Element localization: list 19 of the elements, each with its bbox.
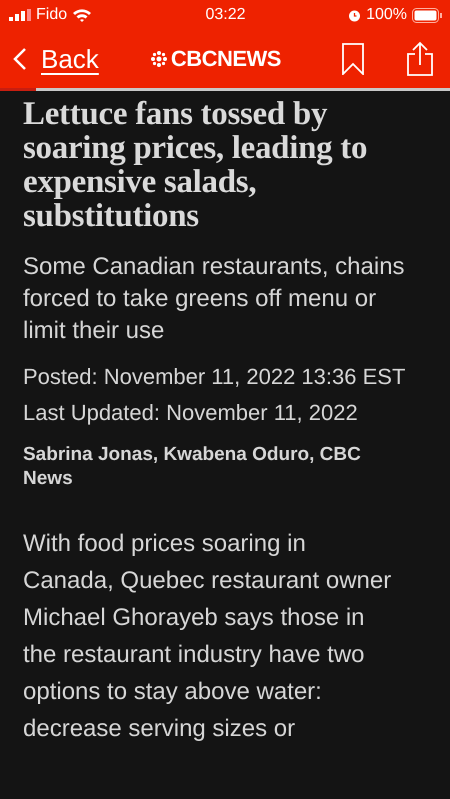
updated-date: Last Updated: November 11, 2022 — [23, 399, 359, 427]
back-button[interactable]: Back — [13, 44, 99, 74]
gem-icon — [150, 51, 167, 67]
bookmark-icon[interactable] — [342, 43, 364, 75]
headline: Lettuce fans tossed by soaring prices, leading to expensive salads, substitutions — [23, 97, 368, 233]
byline: Sabrina Jonas, Kwabena Oduro, CBC News — [23, 443, 362, 491]
posted-date: Posted: November 11, 2022 13:36 EST — [23, 363, 406, 391]
battery-percent: 100% — [366, 6, 407, 24]
carrier-name: Fido — [36, 6, 68, 24]
battery-icon — [412, 8, 442, 22]
share-icon[interactable] — [406, 41, 434, 77]
subtitle: Some Canadian restaurants, chains forced to take greens off menu or limit their use — [23, 252, 406, 346]
chevron-left-icon — [13, 47, 27, 71]
wifi-icon — [72, 8, 92, 22]
signal-icon — [9, 9, 31, 21]
body-paragraph: With food prices soaring in Canada, Quebec restaurant owner Michael Ghorayeb says those in the restaurant industry have two options to stay above water: decrease serving sizes or — [23, 529, 392, 744]
clock-time: 03:22 — [205, 6, 246, 24]
logo-text: CBCNEWS — [170, 46, 281, 72]
alarm-icon — [348, 8, 362, 22]
